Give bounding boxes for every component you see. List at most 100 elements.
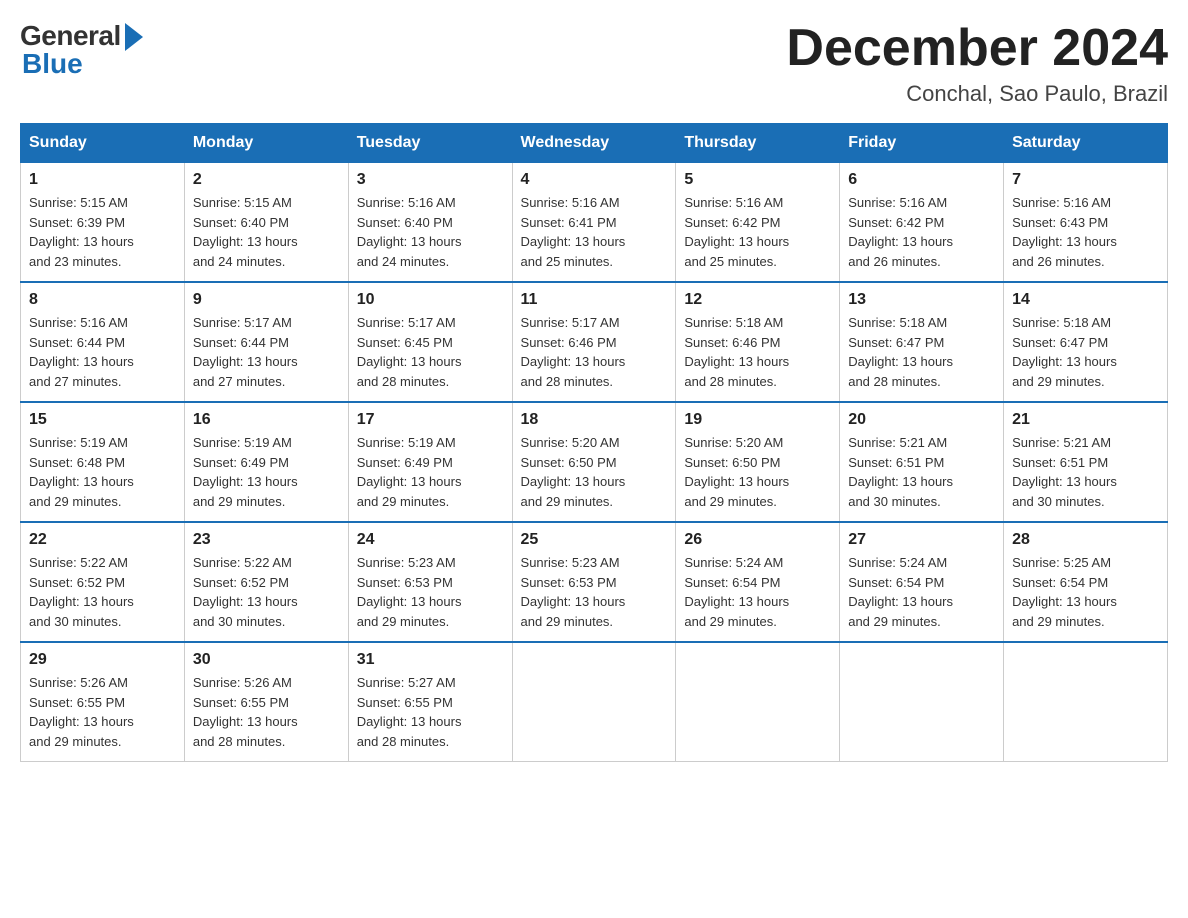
title-section: December 2024 Conchal, Sao Paulo, Brazil — [786, 20, 1168, 107]
day-info: Sunrise: 5:16 AMSunset: 6:42 PMDaylight:… — [684, 195, 789, 269]
day-info: Sunrise: 5:18 AMSunset: 6:46 PMDaylight:… — [684, 315, 789, 389]
day-info: Sunrise: 5:24 AMSunset: 6:54 PMDaylight:… — [848, 555, 953, 629]
day-number: 27 — [848, 531, 995, 549]
table-row: 8 Sunrise: 5:16 AMSunset: 6:44 PMDayligh… — [21, 282, 185, 402]
day-info: Sunrise: 5:16 AMSunset: 6:41 PMDaylight:… — [521, 195, 626, 269]
day-info: Sunrise: 5:25 AMSunset: 6:54 PMDaylight:… — [1012, 555, 1117, 629]
table-row: 17 Sunrise: 5:19 AMSunset: 6:49 PMDaylig… — [348, 402, 512, 522]
day-number: 28 — [1012, 531, 1159, 549]
day-info: Sunrise: 5:26 AMSunset: 6:55 PMDaylight:… — [29, 675, 134, 749]
logo: General Blue — [20, 20, 143, 80]
day-info: Sunrise: 5:16 AMSunset: 6:44 PMDaylight:… — [29, 315, 134, 389]
table-row: 7 Sunrise: 5:16 AMSunset: 6:43 PMDayligh… — [1004, 163, 1168, 283]
table-row: 28 Sunrise: 5:25 AMSunset: 6:54 PMDaylig… — [1004, 522, 1168, 642]
day-info: Sunrise: 5:17 AMSunset: 6:44 PMDaylight:… — [193, 315, 298, 389]
day-info: Sunrise: 5:16 AMSunset: 6:40 PMDaylight:… — [357, 195, 462, 269]
day-number: 17 — [357, 411, 504, 429]
location-title: Conchal, Sao Paulo, Brazil — [786, 81, 1168, 107]
day-info: Sunrise: 5:16 AMSunset: 6:42 PMDaylight:… — [848, 195, 953, 269]
calendar-week-1: 1 Sunrise: 5:15 AMSunset: 6:39 PMDayligh… — [21, 163, 1168, 283]
day-info: Sunrise: 5:16 AMSunset: 6:43 PMDaylight:… — [1012, 195, 1117, 269]
day-info: Sunrise: 5:19 AMSunset: 6:49 PMDaylight:… — [357, 435, 462, 509]
header-sunday: Sunday — [21, 124, 185, 163]
table-row: 15 Sunrise: 5:19 AMSunset: 6:48 PMDaylig… — [21, 402, 185, 522]
logo-arrow-icon — [125, 23, 143, 51]
table-row — [512, 642, 676, 762]
day-info: Sunrise: 5:15 AMSunset: 6:40 PMDaylight:… — [193, 195, 298, 269]
table-row: 10 Sunrise: 5:17 AMSunset: 6:45 PMDaylig… — [348, 282, 512, 402]
day-info: Sunrise: 5:19 AMSunset: 6:48 PMDaylight:… — [29, 435, 134, 509]
day-number: 24 — [357, 531, 504, 549]
table-row — [1004, 642, 1168, 762]
table-row: 5 Sunrise: 5:16 AMSunset: 6:42 PMDayligh… — [676, 163, 840, 283]
header-wednesday: Wednesday — [512, 124, 676, 163]
table-row: 27 Sunrise: 5:24 AMSunset: 6:54 PMDaylig… — [840, 522, 1004, 642]
table-row: 18 Sunrise: 5:20 AMSunset: 6:50 PMDaylig… — [512, 402, 676, 522]
day-number: 30 — [193, 651, 340, 669]
day-info: Sunrise: 5:21 AMSunset: 6:51 PMDaylight:… — [1012, 435, 1117, 509]
day-info: Sunrise: 5:19 AMSunset: 6:49 PMDaylight:… — [193, 435, 298, 509]
day-info: Sunrise: 5:20 AMSunset: 6:50 PMDaylight:… — [521, 435, 626, 509]
table-row: 6 Sunrise: 5:16 AMSunset: 6:42 PMDayligh… — [840, 163, 1004, 283]
calendar-table: Sunday Monday Tuesday Wednesday Thursday… — [20, 123, 1168, 762]
table-row — [676, 642, 840, 762]
day-number: 6 — [848, 171, 995, 189]
day-number: 2 — [193, 171, 340, 189]
table-row: 19 Sunrise: 5:20 AMSunset: 6:50 PMDaylig… — [676, 402, 840, 522]
table-row: 12 Sunrise: 5:18 AMSunset: 6:46 PMDaylig… — [676, 282, 840, 402]
header-monday: Monday — [184, 124, 348, 163]
day-number: 4 — [521, 171, 668, 189]
day-number: 5 — [684, 171, 831, 189]
table-row — [840, 642, 1004, 762]
table-row: 29 Sunrise: 5:26 AMSunset: 6:55 PMDaylig… — [21, 642, 185, 762]
table-row: 13 Sunrise: 5:18 AMSunset: 6:47 PMDaylig… — [840, 282, 1004, 402]
day-number: 1 — [29, 171, 176, 189]
day-number: 14 — [1012, 291, 1159, 309]
header-tuesday: Tuesday — [348, 124, 512, 163]
day-number: 21 — [1012, 411, 1159, 429]
day-number: 13 — [848, 291, 995, 309]
day-number: 26 — [684, 531, 831, 549]
day-number: 8 — [29, 291, 176, 309]
day-info: Sunrise: 5:23 AMSunset: 6:53 PMDaylight:… — [357, 555, 462, 629]
table-row: 1 Sunrise: 5:15 AMSunset: 6:39 PMDayligh… — [21, 163, 185, 283]
table-row: 30 Sunrise: 5:26 AMSunset: 6:55 PMDaylig… — [184, 642, 348, 762]
table-row: 11 Sunrise: 5:17 AMSunset: 6:46 PMDaylig… — [512, 282, 676, 402]
table-row: 31 Sunrise: 5:27 AMSunset: 6:55 PMDaylig… — [348, 642, 512, 762]
header-friday: Friday — [840, 124, 1004, 163]
header-thursday: Thursday — [676, 124, 840, 163]
table-row: 21 Sunrise: 5:21 AMSunset: 6:51 PMDaylig… — [1004, 402, 1168, 522]
day-number: 22 — [29, 531, 176, 549]
day-info: Sunrise: 5:17 AMSunset: 6:45 PMDaylight:… — [357, 315, 462, 389]
table-row: 20 Sunrise: 5:21 AMSunset: 6:51 PMDaylig… — [840, 402, 1004, 522]
day-info: Sunrise: 5:22 AMSunset: 6:52 PMDaylight:… — [193, 555, 298, 629]
header-saturday: Saturday — [1004, 124, 1168, 163]
table-row: 25 Sunrise: 5:23 AMSunset: 6:53 PMDaylig… — [512, 522, 676, 642]
day-number: 12 — [684, 291, 831, 309]
table-row: 9 Sunrise: 5:17 AMSunset: 6:44 PMDayligh… — [184, 282, 348, 402]
calendar-week-5: 29 Sunrise: 5:26 AMSunset: 6:55 PMDaylig… — [21, 642, 1168, 762]
table-row: 24 Sunrise: 5:23 AMSunset: 6:53 PMDaylig… — [348, 522, 512, 642]
day-number: 20 — [848, 411, 995, 429]
day-number: 10 — [357, 291, 504, 309]
table-row: 26 Sunrise: 5:24 AMSunset: 6:54 PMDaylig… — [676, 522, 840, 642]
day-number: 9 — [193, 291, 340, 309]
day-info: Sunrise: 5:21 AMSunset: 6:51 PMDaylight:… — [848, 435, 953, 509]
month-title: December 2024 — [786, 20, 1168, 77]
day-number: 16 — [193, 411, 340, 429]
day-number: 25 — [521, 531, 668, 549]
day-number: 18 — [521, 411, 668, 429]
day-info: Sunrise: 5:26 AMSunset: 6:55 PMDaylight:… — [193, 675, 298, 749]
day-info: Sunrise: 5:23 AMSunset: 6:53 PMDaylight:… — [521, 555, 626, 629]
day-number: 11 — [521, 291, 668, 309]
table-row: 14 Sunrise: 5:18 AMSunset: 6:47 PMDaylig… — [1004, 282, 1168, 402]
day-info: Sunrise: 5:18 AMSunset: 6:47 PMDaylight:… — [848, 315, 953, 389]
day-number: 29 — [29, 651, 176, 669]
table-row: 3 Sunrise: 5:16 AMSunset: 6:40 PMDayligh… — [348, 163, 512, 283]
day-number: 23 — [193, 531, 340, 549]
table-row: 4 Sunrise: 5:16 AMSunset: 6:41 PMDayligh… — [512, 163, 676, 283]
calendar-header-row: Sunday Monday Tuesday Wednesday Thursday… — [21, 124, 1168, 163]
day-number: 15 — [29, 411, 176, 429]
table-row: 16 Sunrise: 5:19 AMSunset: 6:49 PMDaylig… — [184, 402, 348, 522]
day-info: Sunrise: 5:15 AMSunset: 6:39 PMDaylight:… — [29, 195, 134, 269]
